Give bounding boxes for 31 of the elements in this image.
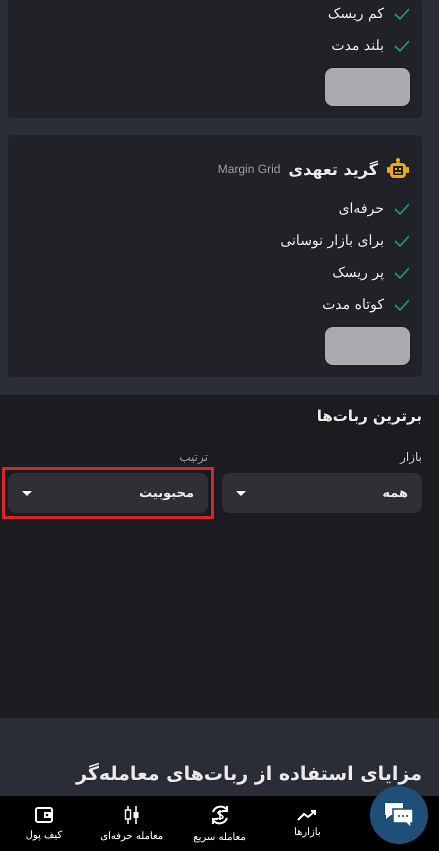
filter-dropdown[interactable]: همه bbox=[222, 473, 422, 513]
feature-text: بلند مدت bbox=[331, 38, 384, 54]
check-icon bbox=[394, 267, 410, 279]
feature-text: پر ریسک bbox=[332, 265, 384, 281]
caret-icon bbox=[236, 490, 246, 496]
nav-item[interactable]: معامله حرفه‌ای bbox=[88, 796, 176, 851]
nav-item[interactable]: بازارها bbox=[263, 796, 352, 851]
nav-item[interactable]: کیف پول bbox=[0, 796, 88, 851]
candles-icon bbox=[124, 805, 140, 826]
check-icon bbox=[394, 40, 410, 52]
check-icon bbox=[394, 299, 410, 311]
caret-icon bbox=[22, 490, 32, 496]
check-icon bbox=[394, 8, 410, 20]
filter-label: بازار bbox=[398, 450, 422, 466]
filter-label: ترتیب bbox=[178, 450, 208, 466]
feature-text: کوتاه مدت bbox=[322, 297, 384, 313]
check-icon bbox=[394, 203, 410, 215]
wallet-icon bbox=[34, 806, 53, 824]
section-title: مزایای استفاده از ربات‌های معامله‌گر bbox=[74, 762, 422, 786]
bot-subtitle: Margin Grid bbox=[218, 162, 280, 176]
filter-dropdown[interactable]: محبوبیت bbox=[8, 473, 208, 513]
feature-text: برای بازار نوسانی bbox=[280, 233, 384, 249]
bot-title: گرید تعهدی bbox=[288, 160, 378, 178]
feature-text: حرفه‌ای bbox=[338, 201, 384, 217]
trend-icon bbox=[297, 809, 318, 822]
check-icon bbox=[394, 235, 410, 247]
nav-item[interactable]: معامله سریع bbox=[176, 796, 264, 851]
section-title: برترین ربات‌ها bbox=[316, 406, 422, 427]
chat-icon bbox=[383, 801, 415, 830]
robot-icon bbox=[386, 157, 410, 181]
feature-text: کم ریسک bbox=[328, 6, 384, 22]
